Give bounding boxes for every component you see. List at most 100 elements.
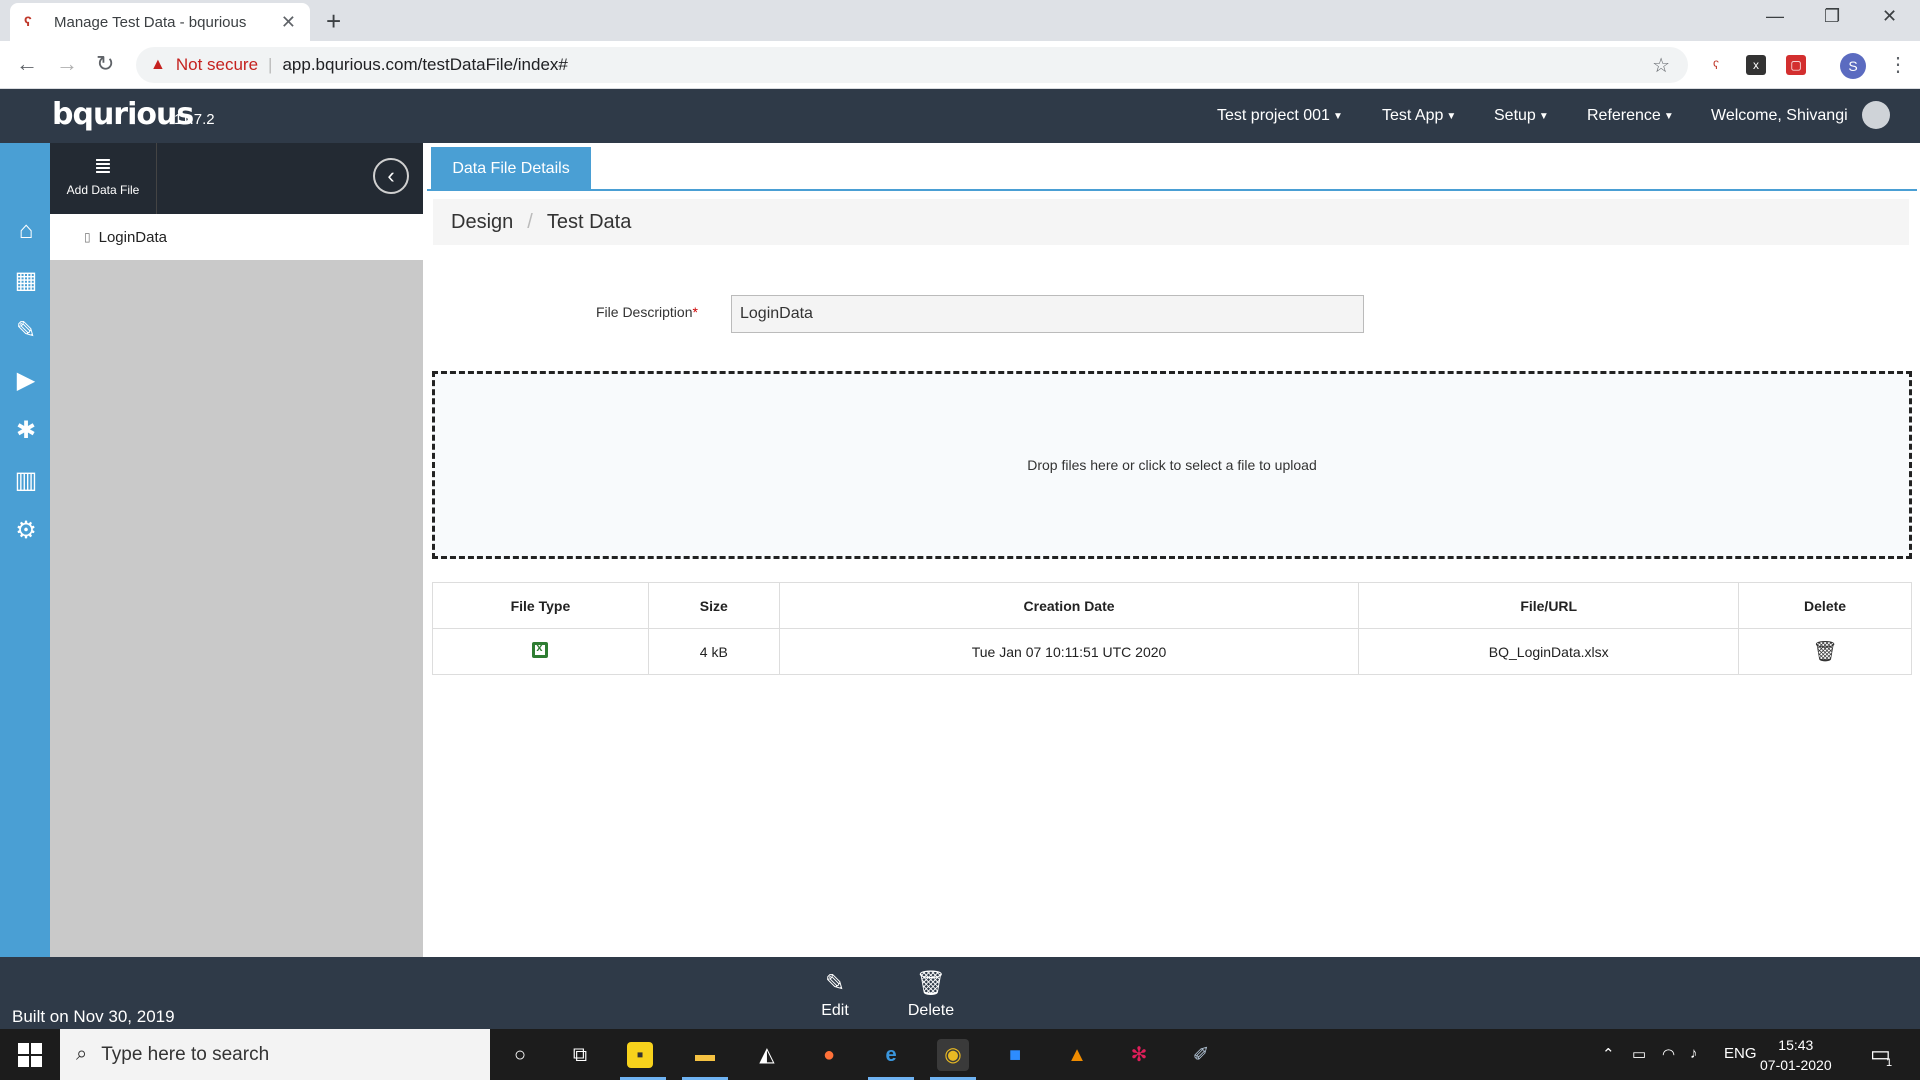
header-file-type: File Type (432, 582, 649, 629)
battery-icon[interactable]: ▭ (1632, 1045, 1646, 1063)
build-info: Built on Nov 30, 2019 (12, 1007, 175, 1026)
file-description-label-text: File Description (596, 304, 693, 320)
bug-icon[interactable]: ✱ (12, 417, 40, 445)
delete-button[interactable]: 🗑 Delete (891, 969, 971, 1020)
caret-down-icon: ▼ (1663, 110, 1674, 122)
trash-icon: 🗑 (915, 970, 947, 997)
calendar-icon[interactable]: ▦ (12, 267, 40, 295)
windows-start-icon[interactable] (18, 1043, 42, 1067)
new-tab-button[interactable]: + (326, 6, 341, 37)
sidebar-item-label: LoginData (98, 228, 167, 246)
browser-tab[interactable]: ʕ Manage Test Data - bqurious ✕ (10, 3, 310, 41)
header-creation-date: Creation Date (778, 582, 1360, 629)
search-placeholder: Type here to search (101, 1043, 270, 1065)
trash-icon[interactable]: 🗑 (1812, 641, 1837, 663)
cell-file-type (432, 628, 649, 675)
edge-icon[interactable]: e (875, 1039, 907, 1071)
clock-time: 15:43 (1778, 1037, 1814, 1053)
header-file-url: File/URL (1358, 582, 1740, 629)
welcome-label: Welcome, Shivangi (1711, 107, 1848, 124)
gears-icon[interactable]: ⚙ (12, 517, 40, 545)
sticky-notes-icon[interactable]: ▪ (627, 1042, 653, 1068)
cell-creation-date: Tue Jan 07 10:11:51 UTC 2020 (778, 628, 1360, 675)
nav-reference[interactable]: Reference ▼ (1587, 89, 1674, 143)
extension-pocket-icon[interactable]: ▢ (1786, 55, 1806, 75)
sidebar-item-logindata[interactable]: ▯ LoginData (50, 214, 423, 260)
home-icon[interactable]: ⌂ (12, 217, 40, 245)
windows-taskbar: ⌕ Type here to search ○ ⧉ ▪ ▬ ◭ ● e ◉ ■ … (0, 1029, 1920, 1080)
photos-icon[interactable]: ◭ (751, 1039, 783, 1071)
search-icon: ⌕ (76, 1043, 88, 1065)
left-icon-rail: ⌂ ▦ ✎ ▶ ✱ ▥ ⚙ (0, 143, 50, 957)
minimize-button[interactable]: — (1766, 6, 1784, 27)
taskbar-clock[interactable]: 15:43 07-01-2020 (1760, 1035, 1832, 1075)
firefox-icon[interactable]: ● (813, 1039, 845, 1071)
browser-tabbar: ʕ Manage Test Data - bqurious ✕ + — ❐ ✕ (0, 0, 1920, 41)
forward-button[interactable]: → (56, 51, 78, 77)
file-description-input[interactable] (731, 295, 1364, 333)
nav-app-label: Test App (1382, 107, 1444, 124)
header-size: Size (647, 582, 780, 629)
nav-project[interactable]: Test project 001 ▼ (1217, 89, 1343, 143)
nav-setup[interactable]: Setup ▼ (1494, 89, 1549, 143)
cell-file-url[interactable]: BQ_LoginData.xlsx (1358, 628, 1740, 675)
edit-button[interactable]: ✎ Edit (795, 969, 875, 1020)
slack-icon[interactable]: ✻ (1123, 1039, 1155, 1071)
browser-menu-icon[interactable]: ⋮ (1888, 52, 1908, 77)
volume-icon[interactable]: ♪ (1690, 1045, 1698, 1062)
play-icon[interactable]: ▶ (12, 367, 40, 395)
nav-app[interactable]: Test App ▼ (1382, 89, 1456, 143)
clock-date: 07-01-2020 (1760, 1057, 1832, 1073)
add-data-file-label: Add Data File (66, 183, 140, 197)
close-tab-icon[interactable]: ✕ (281, 12, 296, 33)
required-marker: * (692, 304, 698, 320)
bookmark-star-icon[interactable]: ☆ (1652, 53, 1670, 78)
taskbar-search[interactable]: ⌕ Type here to search (60, 1029, 490, 1080)
breadcrumb-design[interactable]: Design (451, 211, 513, 234)
bar-chart-icon[interactable]: ▥ (12, 467, 40, 495)
delete-label: Delete (907, 1002, 955, 1019)
file-dropzone[interactable]: Drop files here or click to select a fil… (432, 371, 1912, 559)
cortana-icon[interactable]: ○ (504, 1039, 536, 1071)
files-table: File Type Size Creation Date File/URL De… (432, 582, 1912, 675)
paint-icon[interactable]: ✐ (1185, 1039, 1217, 1071)
pencil-icon[interactable]: ✎ (12, 317, 40, 345)
tray-chevron-icon[interactable]: ⌃ (1602, 1045, 1615, 1063)
file-description-label: File Description* (596, 304, 698, 320)
dropzone-text: Drop files here or click to select a fil… (1027, 457, 1317, 473)
vlc-icon[interactable]: ▲ (1061, 1039, 1093, 1071)
table-header-row: File Type Size Creation Date File/URL De… (432, 582, 1912, 629)
user-avatar-icon[interactable] (1862, 101, 1890, 129)
language-indicator[interactable]: ENG (1724, 1045, 1757, 1062)
tab-data-file-details[interactable]: Data File Details (431, 147, 591, 191)
nav-reference-label: Reference (1587, 107, 1661, 124)
task-view-icon[interactable]: ⧉ (564, 1039, 596, 1071)
notification-count: 1 (1886, 1057, 1893, 1069)
chrome-icon[interactable]: ◉ (937, 1039, 969, 1071)
breadcrumb-separator: / (527, 210, 533, 233)
profile-avatar[interactable]: S (1840, 53, 1866, 79)
file-explorer-icon[interactable]: ▬ (689, 1039, 721, 1071)
welcome-user[interactable]: Welcome, Shivangi (1711, 89, 1848, 143)
table-row: 4 kB Tue Jan 07 10:11:51 UTC 2020 BQ_Log… (432, 628, 1912, 675)
extension-bq-icon[interactable]: ʕ (1706, 55, 1726, 75)
wifi-icon[interactable]: ◠ (1662, 1045, 1675, 1063)
reload-button[interactable]: ↻ (96, 51, 114, 77)
caret-down-icon: ▼ (1332, 110, 1343, 122)
edit-label: Edit (821, 1002, 849, 1019)
security-label[interactable]: Not secure (176, 55, 258, 75)
omnibox[interactable]: ▲ Not secure | app.bqurious.com/testData… (136, 47, 1688, 83)
back-button[interactable]: ← (16, 51, 38, 77)
caret-down-icon: ▼ (1446, 110, 1457, 122)
app-logo[interactable]: bqurious (52, 97, 194, 132)
close-window-button[interactable]: ✕ (1882, 6, 1897, 27)
restore-button[interactable]: ❐ (1824, 6, 1840, 27)
zoom-icon[interactable]: ■ (999, 1039, 1031, 1071)
collapse-sidebar-icon[interactable]: ‹ (373, 158, 409, 194)
nav-project-label: Test project 001 (1217, 107, 1330, 124)
add-data-file-button[interactable]: ≣ Add Data File (50, 143, 157, 214)
extension-x-icon[interactable]: x (1746, 55, 1766, 75)
url-text[interactable]: app.bqurious.com/testDataFile/index# (282, 55, 567, 75)
file-icon: ▯ (84, 230, 91, 244)
edit-icon: ✎ (824, 970, 846, 997)
